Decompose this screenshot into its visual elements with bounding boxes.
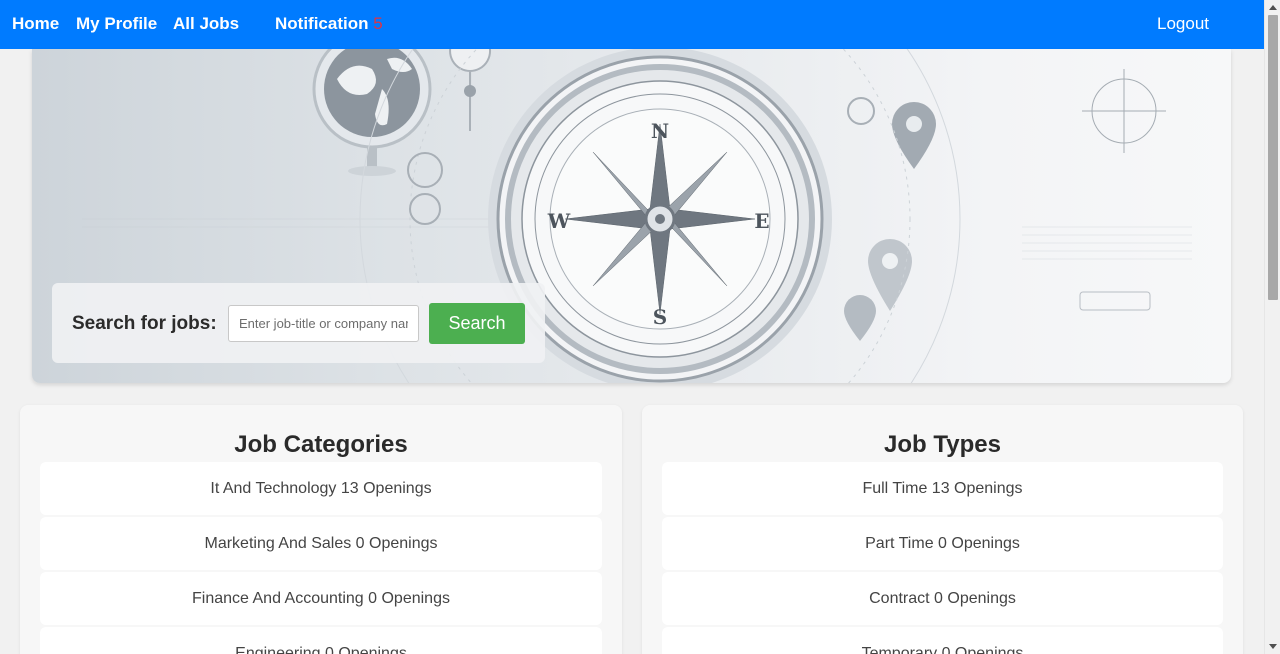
compass-letter-e: E: [754, 209, 769, 233]
nav-notification-link[interactable]: Notification 5: [275, 14, 383, 34]
job-categories-title: Job Categories: [234, 431, 408, 458]
scroll-thumb[interactable]: [1268, 15, 1278, 300]
type-item-temporary[interactable]: Temporary 0 Openings: [662, 627, 1223, 654]
job-types-title: Job Types: [884, 431, 1001, 458]
job-categories-panel: Job Categories It And Technology 13 Open…: [20, 405, 622, 654]
nav-all-jobs-link[interactable]: All Jobs: [173, 14, 239, 34]
globe-icon: [312, 49, 432, 176]
search-button[interactable]: Search: [429, 303, 525, 344]
compass-letter-w: W: [547, 209, 571, 233]
type-item-part-time[interactable]: Part Time 0 Openings: [662, 517, 1223, 570]
category-item-marketing-sales[interactable]: Marketing And Sales 0 Openings: [40, 517, 602, 570]
compass-letter-s: S: [653, 305, 667, 329]
scroll-down-arrow-icon[interactable]: [1269, 644, 1277, 649]
compass-letter-n: N: [651, 119, 669, 143]
top-navbar: Home My Profile All Jobs Notification 5 …: [0, 0, 1264, 49]
search-label: Search for jobs:: [72, 313, 217, 334]
category-item-finance-accounting[interactable]: Finance And Accounting 0 Openings: [40, 572, 602, 625]
job-search-input[interactable]: [228, 305, 419, 342]
job-types-list: Full Time 13 Openings Part Time 0 Openin…: [662, 462, 1223, 654]
category-item-engineering[interactable]: Engineering 0 Openings: [40, 627, 602, 654]
nav-home-link[interactable]: Home: [12, 14, 59, 34]
scroll-up-arrow-icon[interactable]: [1269, 5, 1277, 10]
crosshair-icon: [1082, 69, 1166, 153]
notification-count-badge: 5: [373, 14, 383, 33]
type-item-full-time[interactable]: Full Time 13 Openings: [662, 462, 1223, 515]
job-types-panel: Job Types Full Time 13 Openings Part Tim…: [642, 405, 1243, 654]
nav-logout-link[interactable]: Logout: [1157, 14, 1209, 34]
nav-profile-link[interactable]: My Profile: [76, 14, 157, 34]
category-item-it-technology[interactable]: It And Technology 13 Openings: [40, 462, 602, 515]
notification-label: Notification: [275, 14, 369, 33]
type-item-contract[interactable]: Contract 0 Openings: [662, 572, 1223, 625]
page-scrollbar[interactable]: [1264, 0, 1280, 654]
job-categories-list: It And Technology 13 Openings Marketing …: [40, 462, 602, 654]
